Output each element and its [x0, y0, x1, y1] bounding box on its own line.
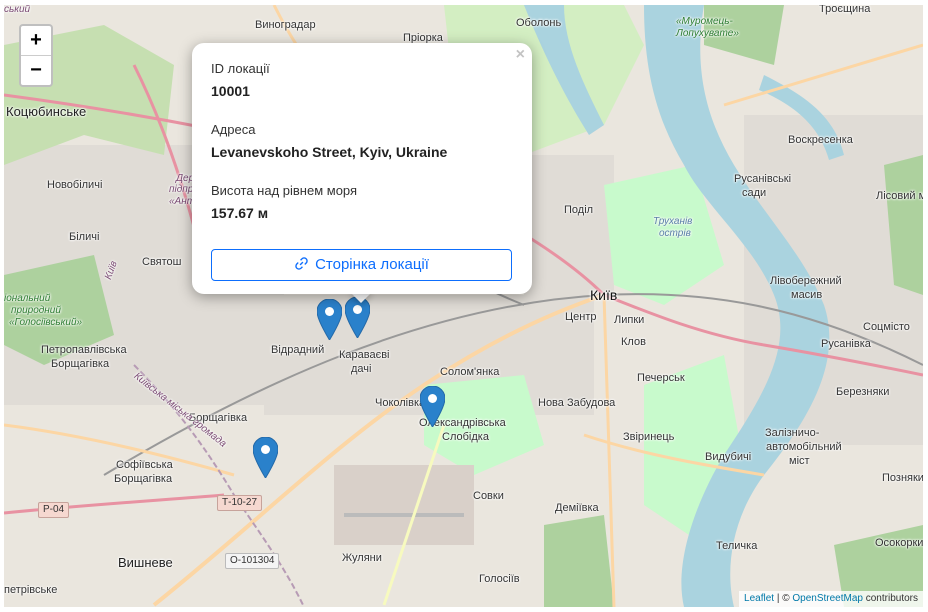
zoom-in-button[interactable]: +	[21, 26, 51, 55]
map-place-label: Коцюбинське	[6, 104, 87, 119]
location-page-button[interactable]: Сторінка локації	[211, 249, 512, 281]
map-place-label: Жуляни	[342, 552, 382, 564]
map-place-label: Поділ	[564, 204, 594, 216]
attribution-separator: | ©	[774, 593, 793, 604]
map-place-label: Деміївка	[555, 502, 599, 514]
map-pin-icon	[419, 385, 446, 428]
map-place-label: Святош	[142, 256, 182, 268]
map-place-label: Оболонь	[516, 17, 562, 29]
map-place-label: міст	[789, 455, 810, 467]
map-pin-icon	[344, 296, 371, 339]
location-page-label: Сторінка локації	[315, 256, 429, 273]
zoom-out-button[interactable]: −	[21, 55, 51, 85]
map-place-label: Чоколівка	[375, 397, 426, 409]
map-frame: ський Виноградар Оболонь «Муромець- Лопухува…	[0, 0, 928, 612]
map-place-label: Караваєві	[339, 349, 390, 361]
elevation-value: 157.67 м	[211, 205, 269, 221]
map-place-label: ський	[4, 5, 31, 15]
map-place-label: Осокорки	[875, 537, 923, 549]
map-view[interactable]: ський Виноградар Оболонь «Муромець- Лопухува…	[4, 5, 923, 607]
map-place-label: Солом'янка	[440, 366, 500, 378]
address-value: Levanevskoho Street, Kyiv, Ukraine	[211, 144, 448, 160]
id-value: 10001	[211, 83, 250, 99]
popup-close-button[interactable]: ×	[516, 47, 525, 63]
osm-link[interactable]: OpenStreetMap	[792, 593, 863, 604]
map-place-label: сади	[742, 187, 767, 199]
map-place-label: острів	[659, 228, 691, 239]
location-marker[interactable]	[252, 436, 279, 479]
location-marker[interactable]	[419, 385, 446, 428]
map-place-label: Воскресенка	[788, 134, 853, 146]
map-place-label: Звіринець	[623, 431, 675, 443]
map-place-label: Київ	[590, 287, 618, 303]
elevation-label: Висота над рівнем моря	[211, 183, 358, 198]
map-place-label: Софіївська	[116, 459, 173, 471]
location-popup: × ID локації 10001 Адреса Levanevskoho S…	[192, 43, 532, 294]
map-place-label: Виноградар	[255, 19, 316, 31]
address-label: Адреса	[211, 122, 256, 137]
road-shield: Р-04	[38, 502, 70, 518]
map-place-label: Троєщина	[819, 5, 871, 15]
map-place-label: Русанівські	[734, 173, 792, 185]
map-place-label: Липки	[614, 314, 645, 326]
map-place-label: «Голосіївський»	[9, 317, 83, 328]
map-place-label: Петропавлівська	[41, 344, 127, 356]
map-place-label: Лівобережний	[770, 275, 842, 287]
map-place-label: Русанівка	[821, 338, 871, 350]
map-place-label: Центр	[565, 311, 597, 323]
map-place-label: петрівське	[4, 584, 58, 596]
location-marker[interactable]	[344, 296, 371, 339]
map-place-label: Залізничо-	[765, 427, 820, 439]
map-place-label: Новобіличі	[47, 179, 103, 191]
map-place-label: Видубичі	[705, 451, 752, 463]
map-place-label: Лісовий м	[876, 190, 923, 202]
map-place-label: Теличка	[716, 540, 758, 552]
map-pin-icon	[252, 436, 279, 479]
map-pin-icon	[316, 298, 343, 341]
map-place-label: Відрадний	[271, 344, 325, 356]
leaflet-link[interactable]: Leaflet	[744, 593, 774, 604]
map-place-label: Соцмісто	[863, 321, 910, 333]
map-place-label: Борщагівка	[114, 473, 173, 485]
map-place-label: Нова Забудова	[538, 397, 616, 409]
map-place-label: дачі	[351, 363, 372, 375]
link-icon	[295, 257, 308, 270]
map-place-label: Голосіїв	[479, 573, 520, 585]
map-place-label: автомобільний	[766, 441, 842, 453]
map-attribution: Leaflet | © OpenStreetMap contributors	[739, 591, 923, 607]
map-place-label: Березняки	[836, 386, 890, 398]
map-place-label: Совки	[473, 490, 504, 502]
map-place-label: Лопухувате»	[676, 28, 739, 39]
map-place-label: Печерськ	[637, 372, 685, 384]
map-place-label: Біличі	[69, 231, 100, 243]
road-shield: О-101304	[225, 553, 280, 569]
id-label: ID локації	[211, 61, 270, 76]
map-place-label: Борщагівка	[51, 358, 110, 370]
attribution-suffix: contributors	[862, 593, 918, 604]
map-place-label: Вишневе	[118, 555, 173, 570]
map-place-label: Клов	[621, 336, 646, 348]
zoom-control: + −	[19, 24, 53, 87]
road-shield: Т-10-27	[217, 495, 263, 511]
map-place-label: Позняки	[882, 472, 923, 484]
map-place-label: Слобідка	[442, 431, 489, 443]
location-marker[interactable]	[316, 298, 343, 341]
map-place-label: масив	[791, 289, 823, 301]
